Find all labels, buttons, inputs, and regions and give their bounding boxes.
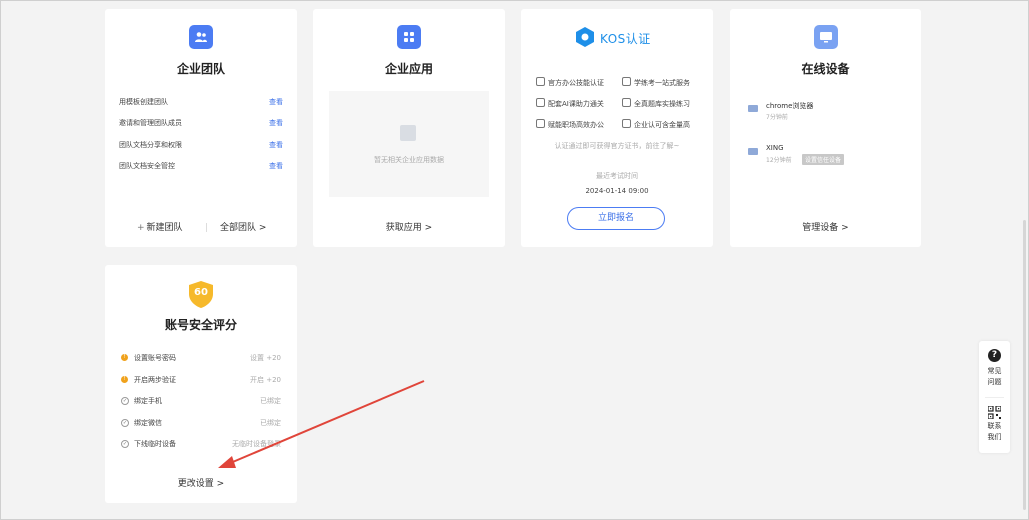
security-row: ! 设置账号密码 设置 +20 — [121, 353, 281, 363]
register-now-label: 立即报名 — [597, 213, 634, 223]
trust-device-badge[interactable]: 设置信任设备 — [802, 154, 845, 165]
security-shield-icon: 60 — [189, 281, 213, 308]
security-row-status: 无临时设备登录 — [232, 440, 281, 448]
security-row: ✓ 下线临时设备 无临时设备登录 — [121, 439, 281, 449]
device-card-title: 在线设备 — [801, 62, 850, 76]
security-row-status[interactable]: 设置 +20 — [250, 353, 281, 363]
security-row-status: 已绑定 — [260, 419, 281, 427]
security-row: ✓ 绑定手机 已绑定 — [121, 396, 281, 406]
security-row-text: 绑定微信 — [134, 419, 162, 427]
register-now-button[interactable]: 立即报名 — [567, 207, 665, 230]
check-circle-icon: ✓ — [121, 397, 129, 405]
scrollbar-thumb[interactable] — [1023, 220, 1026, 510]
warning-icon: ! — [121, 354, 128, 361]
kos-logo-text: KOS认证 — [600, 32, 651, 46]
apps-empty-text: 暂无相关企业应用数据 — [374, 156, 444, 164]
team-row-view-link[interactable]: 查看 — [269, 97, 283, 107]
feature-icon — [536, 98, 545, 107]
question-icon: ? — [988, 349, 1001, 362]
security-row-status[interactable]: 开启 +20 — [250, 375, 281, 385]
contact-label-line1: 联系 — [987, 422, 1002, 430]
team-row: 用模板创建团队 查看 — [119, 97, 283, 107]
contact-button[interactable]: 联系 我们 — [979, 404, 1010, 448]
footer-divider — [206, 223, 207, 232]
feature-icon — [622, 119, 631, 128]
check-circle-icon: ✓ — [121, 419, 129, 427]
security-row-status: 已绑定 — [260, 397, 281, 405]
monitor-icon — [813, 25, 838, 49]
device-monitor-icon — [748, 105, 758, 112]
security-row-text: 绑定手机 — [134, 397, 162, 405]
team-row-text: 团队文档安全管控 — [119, 162, 175, 170]
scrollbar-track[interactable] — [1021, 0, 1027, 518]
team-row-view-link[interactable]: 查看 — [269, 161, 283, 171]
kos-logo-icon — [576, 27, 594, 47]
faq-label-line2: 问题 — [987, 378, 1002, 386]
security-row-text: 下线临时设备 — [134, 440, 176, 448]
security-card-title: 账号安全评分 — [164, 318, 237, 332]
feature-icon — [536, 119, 545, 128]
exam-date: 2024-01-14 09:00 — [585, 187, 649, 195]
qr-code-icon — [987, 404, 1002, 420]
device-monitor-icon — [748, 148, 758, 155]
security-row: ! 开启两步验证 开启 +20 — [121, 375, 281, 385]
kos-card: KOS认证 官方办公技能认证 学练考一站式服务 配套AI课助力通关 全真题库实操… — [521, 9, 713, 247]
security-row: ✓ 绑定微信 已绑定 — [121, 418, 281, 428]
kos-feature: 配套AI课助力通关 — [536, 98, 604, 109]
feature-icon — [536, 77, 545, 86]
contact-label-line2: 我们 — [987, 433, 1002, 441]
apps-grid-icon — [397, 25, 421, 49]
security-row-text: 开启两步验证 — [134, 376, 176, 384]
team-row: 邀请和管理团队成员 查看 — [119, 118, 283, 128]
device-row: chrome浏览器 7分钟前 — [748, 101, 908, 123]
device-time: 7分钟前 — [766, 114, 788, 121]
team-row-text: 团队文档分享和权限 — [119, 141, 182, 149]
device-name: chrome浏览器 — [766, 102, 814, 110]
security-card: 60 账号安全评分 ! 设置账号密码 设置 +20 ! 开启两步验证 开启 +2… — [105, 265, 297, 503]
apps-card: 企业应用 暂无相关企业应用数据 获取应用 > — [313, 9, 505, 247]
kos-feature: 官方办公技能认证 — [536, 77, 604, 88]
change-settings-link[interactable]: 更改设置 > — [105, 476, 297, 489]
plus-icon: + — [137, 223, 145, 233]
kos-feature: 企业认可含金量高 — [622, 119, 690, 130]
team-row: 团队文档安全管控 查看 — [119, 161, 283, 171]
feature-icon — [622, 77, 631, 86]
faq-button[interactable]: ? 常见 问题 — [979, 349, 1010, 393]
helper-divider — [985, 397, 1004, 398]
security-row-text: 设置账号密码 — [134, 354, 176, 362]
kos-feature: 全真题库实操练习 — [622, 98, 690, 109]
new-team-button[interactable]: + 新建团队 — [137, 220, 183, 233]
new-team-label: 新建团队 — [146, 223, 183, 233]
team-card-title: 企业团队 — [176, 62, 225, 76]
all-teams-link[interactable]: 全部团队 > — [220, 220, 266, 233]
floating-help-panel: ? 常见 问题 联系 我们 — [979, 341, 1010, 453]
team-card: 企业团队 用模板创建团队 查看 邀请和管理团队成员 查看 团队文档分享和权限 查… — [105, 9, 297, 247]
feature-icon — [622, 98, 631, 107]
get-apps-link[interactable]: 获取应用 > — [313, 220, 505, 233]
team-row-view-link[interactable]: 查看 — [269, 140, 283, 150]
team-row-text: 用模板创建团队 — [119, 98, 168, 106]
security-score: 60 — [194, 287, 208, 298]
empty-box-icon — [400, 125, 416, 141]
team-row-text: 邀请和管理团队成员 — [119, 119, 182, 127]
kos-feature: 赋能职场高效办公 — [536, 119, 604, 130]
device-row: XING 12分钟前 设置信任设备 — [748, 144, 908, 166]
exam-time-label: 最近考试时间 — [596, 172, 638, 180]
warning-icon: ! — [121, 376, 128, 383]
manage-devices-link[interactable]: 管理设备 > — [730, 220, 921, 233]
device-time: 12分钟前 — [766, 157, 792, 164]
check-circle-icon: ✓ — [121, 440, 129, 448]
team-row: 团队文档分享和权限 查看 — [119, 140, 283, 150]
faq-label-line1: 常见 — [987, 367, 1002, 375]
device-card: 在线设备 chrome浏览器 7分钟前 XING 12分钟前 设置信任设备 管理… — [730, 9, 921, 247]
kos-feature: 学练考一站式服务 — [622, 77, 690, 88]
device-name: XING — [766, 144, 784, 152]
apps-empty-panel: 暂无相关企业应用数据 — [329, 91, 489, 197]
apps-card-title: 企业应用 — [384, 62, 433, 76]
kos-description: 认证通过即可获得官方证书，前往了解~ — [554, 142, 680, 150]
team-row-view-link[interactable]: 查看 — [269, 118, 283, 128]
team-icon — [189, 25, 213, 49]
